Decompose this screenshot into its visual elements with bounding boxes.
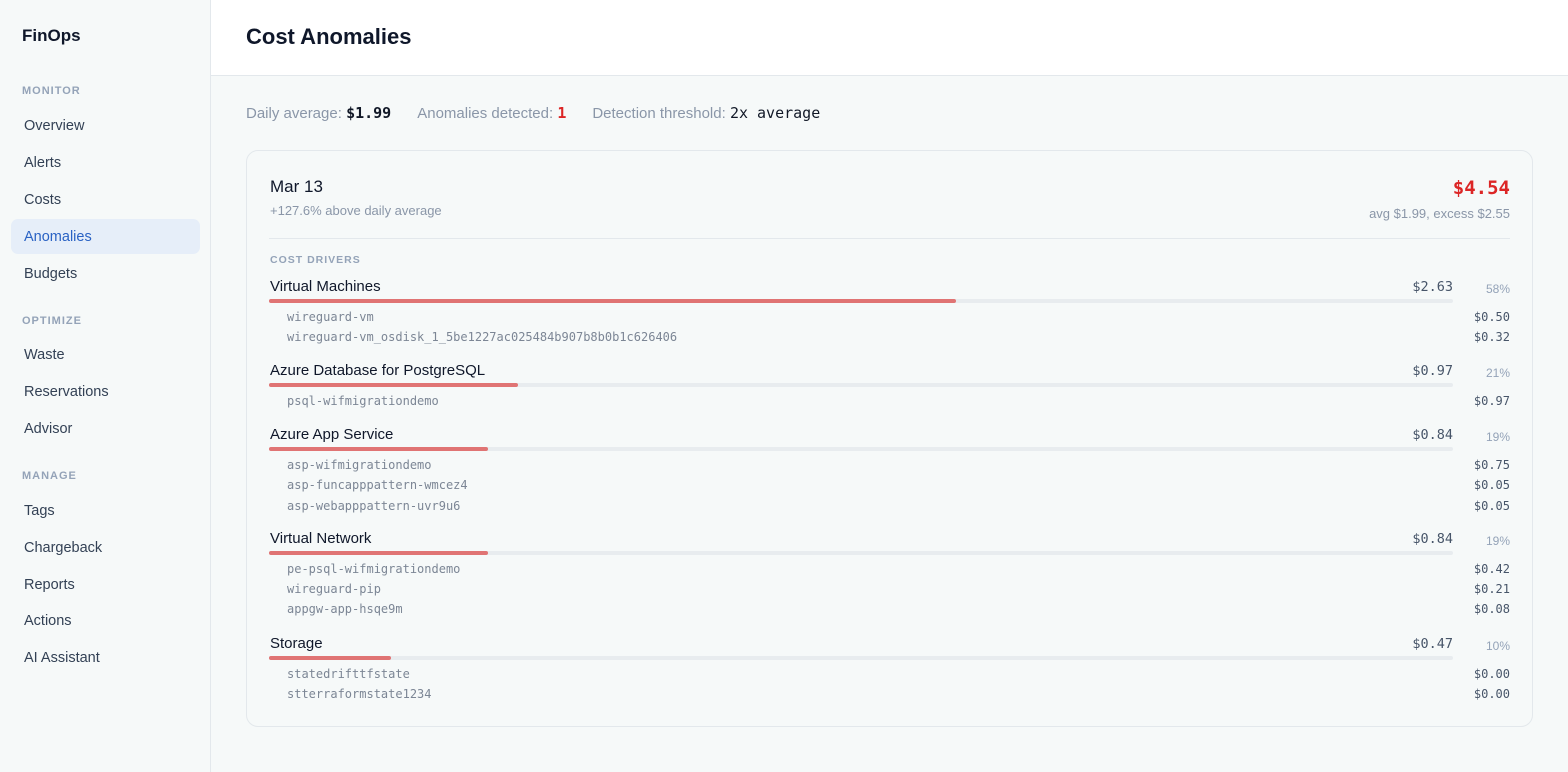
detection-threshold-stat: Detection threshold: 2x average [592,104,820,122]
driver-name: Azure Database for PostgreSQL [270,362,486,379]
driver-percent: 58% [1485,282,1510,296]
nav-section-manage: MANAGE [22,470,77,482]
resource-amount: $0.21 [1473,582,1510,596]
sidebar-item-chargeback[interactable]: Chargeback [11,530,200,565]
sidebar-item-costs[interactable]: Costs [11,182,200,217]
resource-name: asp-funcapppattern-wmcez4 [287,478,468,492]
resource-amount: $0.32 [1473,330,1510,344]
driver-bar-fill [269,656,391,660]
driver-bar-fill [269,299,956,303]
anomalies-detected-value: 1 [557,104,567,122]
detection-threshold-label: Detection threshold: [592,105,726,122]
sidebar-item-reports[interactable]: Reports [11,567,200,602]
daily-average-label: Daily average: [246,105,342,122]
sidebar: FinOps MONITOR Overview Alerts Costs Ano… [0,0,211,772]
driver-bar-track [269,299,1453,303]
anomaly-date: Mar 13 [270,177,323,196]
driver-amount: $0.47 [1412,636,1453,652]
resource-row: asp-funcapppattern-wmcez4 $0.05 [287,478,1510,498]
anomalies-detected-label: Anomalies detected: [417,105,554,122]
card-divider [269,238,1510,239]
resource-name: wireguard-pip [287,582,381,596]
driver-bar-fill [269,383,518,387]
sidebar-item-actions[interactable]: Actions [11,603,200,638]
driver-name: Azure App Service [270,426,394,443]
anomaly-card: Mar 13 +127.6% above daily average $4.54… [246,150,1533,727]
page-title: Cost Anomalies [246,24,412,49]
page-header: Cost Anomalies [211,0,1568,76]
resource-row: wireguard-vm_osdisk_1_5be1227ac025484b90… [287,330,1510,350]
resource-row: appgw-app-hsqe9m $0.08 [287,602,1510,622]
resource-name: asp-webapppattern-uvr9u6 [287,499,461,513]
resource-row: statedrifttfstate $0.00 [287,667,1510,687]
sidebar-item-budgets[interactable]: Budgets [11,256,200,291]
sidebar-item-overview[interactable]: Overview [11,108,200,143]
nav-section-optimize: OPTIMIZE [22,315,82,327]
driver-bar-track [269,447,1453,451]
driver-bar-track [269,656,1453,660]
resource-row: pe-psql-wifmigrationdemo $0.42 [287,562,1510,582]
resource-name: stterraformstate1234 [287,687,432,701]
driver-name: Storage [270,635,323,652]
nav-section-monitor: MONITOR [22,85,81,97]
resource-amount: $0.42 [1473,562,1510,576]
brand-logo: FinOps [22,26,81,45]
resource-name: appgw-app-hsqe9m [287,602,403,616]
sidebar-item-ai-assistant[interactable]: AI Assistant [11,640,200,675]
sidebar-item-anomalies[interactable]: Anomalies [11,219,200,254]
driver-amount: $0.84 [1412,427,1453,443]
driver-bar-track [269,383,1453,387]
resource-row: psql-wifmigrationdemo $0.97 [287,394,1510,414]
resource-name: wireguard-vm_osdisk_1_5be1227ac025484b90… [287,330,678,344]
resource-name: psql-wifmigrationdemo [287,394,439,408]
resource-row: wireguard-vm $0.50 [287,310,1510,330]
resource-row: asp-wifmigrationdemo $0.75 [287,458,1510,478]
resource-amount: $0.97 [1473,394,1510,408]
resource-amount: $0.00 [1473,687,1510,701]
resource-amount: $0.50 [1473,310,1510,324]
anomalies-detected-stat: Anomalies detected: 1 [417,104,566,122]
driver-percent: 19% [1485,430,1510,444]
sidebar-item-alerts[interactable]: Alerts [11,145,200,180]
resource-amount: $0.00 [1473,667,1510,681]
driver-amount: $0.97 [1412,363,1453,379]
resource-amount: $0.08 [1473,602,1510,616]
cost-drivers-label: COST DRIVERS [270,254,361,266]
driver-bar-fill [269,447,489,451]
resource-amount: $0.05 [1473,478,1510,492]
resource-row: wireguard-pip $0.21 [287,582,1510,602]
driver-percent: 21% [1485,366,1510,380]
anomaly-total: $4.54 [1452,177,1510,199]
resource-row: stterraformstate1234 $0.00 [287,687,1510,707]
driver-name: Virtual Network [270,530,372,547]
sidebar-item-tags[interactable]: Tags [11,493,200,528]
driver-percent: 10% [1485,639,1510,653]
driver-amount: $0.84 [1412,531,1453,547]
sidebar-item-reservations[interactable]: Reservations [11,374,200,409]
anomaly-stats: Daily average: $1.99 Anomalies detected:… [246,104,820,122]
daily-average-stat: Daily average: $1.99 [246,104,391,122]
driver-name: Virtual Machines [270,278,381,295]
resource-name: wireguard-vm [287,310,374,324]
resource-amount: $0.75 [1473,458,1510,472]
daily-average-value: $1.99 [346,104,392,122]
detection-threshold-value: 2x average [729,104,821,122]
resource-row: asp-webapppattern-uvr9u6 $0.05 [287,499,1510,519]
resource-name: pe-psql-wifmigrationdemo [287,562,461,576]
resource-amount: $0.05 [1473,499,1510,513]
sidebar-item-waste[interactable]: Waste [11,337,200,372]
anomaly-note: avg $1.99, excess $2.55 [1369,206,1510,221]
driver-amount: $2.63 [1412,279,1453,295]
driver-percent: 19% [1485,534,1510,548]
resource-name: asp-wifmigrationdemo [287,458,432,472]
driver-bar-track [269,551,1453,555]
anomaly-subtitle: +127.6% above daily average [270,203,442,218]
driver-bar-fill [269,551,489,555]
sidebar-item-advisor[interactable]: Advisor [11,411,200,446]
resource-name: statedrifttfstate [287,667,410,681]
